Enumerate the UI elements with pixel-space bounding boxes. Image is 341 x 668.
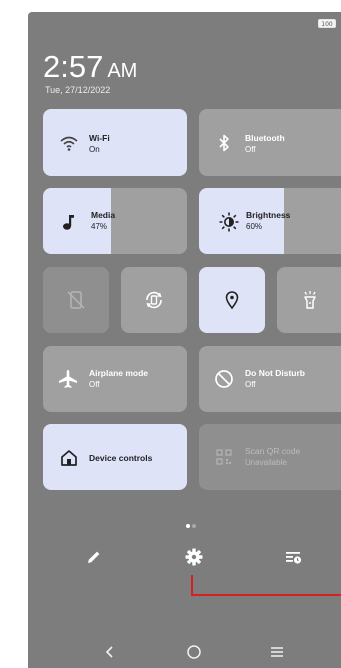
screenshot-tile[interactable]: [43, 267, 109, 333]
brightness-tile[interactable]: Brightness 60%: [199, 188, 341, 254]
home-device-icon: [57, 446, 81, 470]
dnd-status: Off: [245, 380, 256, 389]
scan-qr-title: Scan QR code: [245, 446, 301, 456]
bluetooth-icon: [212, 131, 236, 155]
scan-qr-status: Unavailable: [245, 458, 287, 467]
music-note-icon: [56, 210, 80, 234]
date-label: Tue, 27/12/2022: [45, 85, 111, 95]
page-dot: [192, 524, 196, 528]
edit-icon: [85, 548, 103, 571]
bluetooth-title: Bluetooth: [245, 133, 285, 143]
settings-button[interactable]: [179, 544, 209, 574]
annotation-line-vertical: [191, 575, 193, 595]
airplane-mode-tile[interactable]: Airplane mode Off: [43, 346, 187, 412]
auto-rotate-icon: [142, 288, 166, 312]
wifi-tile[interactable]: Wi-Fi On: [43, 109, 187, 176]
bluetooth-tile[interactable]: Bluetooth Off: [199, 109, 341, 176]
flashlight-tile[interactable]: [277, 267, 341, 333]
page-dot-active: [186, 524, 190, 528]
screenshot-off-icon: [64, 288, 88, 312]
device-controls-title: Device controls: [89, 453, 153, 463]
flashlight-icon: [298, 288, 322, 312]
wifi-title: Wi-Fi: [89, 133, 110, 143]
battery-indicator: 100: [318, 19, 336, 28]
page-indicator: [186, 515, 198, 533]
home-icon: [186, 644, 202, 665]
edit-button[interactable]: [79, 544, 109, 574]
power-menu-button[interactable]: [278, 544, 308, 574]
device-controls-tile[interactable]: Device controls: [43, 424, 187, 490]
media-title: Media: [91, 210, 116, 220]
recents-icon: [269, 645, 285, 664]
airplane-status: Off: [89, 380, 100, 389]
auto-rotate-tile[interactable]: [121, 267, 187, 333]
airplane-icon: [56, 367, 80, 391]
wifi-status: On: [89, 145, 100, 154]
dnd-title: Do Not Disturb: [245, 368, 305, 378]
recents-button[interactable]: [262, 642, 292, 666]
settings-icon: [184, 547, 204, 572]
back-icon: [103, 645, 117, 664]
brightness-title: Brightness: [246, 210, 291, 220]
brightness-level-fill: [199, 188, 285, 254]
do-not-disturb-icon: [212, 367, 236, 391]
do-not-disturb-tile[interactable]: Do Not Disturb Off: [199, 346, 341, 412]
clock-ampm: AM: [107, 60, 138, 82]
home-button[interactable]: [179, 642, 209, 666]
wifi-icon: [57, 131, 81, 155]
annotation-line-horizontal: [191, 594, 341, 596]
clock-time: 2:57: [43, 49, 104, 84]
location-icon: [220, 288, 244, 312]
airplane-title: Airplane mode: [89, 368, 149, 378]
media-volume-tile[interactable]: Media 47%: [43, 188, 187, 254]
bluetooth-status: Off: [245, 145, 256, 154]
qr-code-icon: [212, 445, 236, 469]
media-level: 47%: [91, 222, 108, 231]
brightness-icon: [217, 210, 241, 234]
location-tile[interactable]: [199, 267, 265, 333]
scan-qr-tile[interactable]: Scan QR code Unavailable: [199, 424, 341, 490]
power-menu-icon: [283, 547, 303, 572]
brightness-level: 60%: [246, 222, 263, 231]
back-button[interactable]: [95, 642, 125, 666]
clock: 2:57 AM: [43, 50, 137, 88]
